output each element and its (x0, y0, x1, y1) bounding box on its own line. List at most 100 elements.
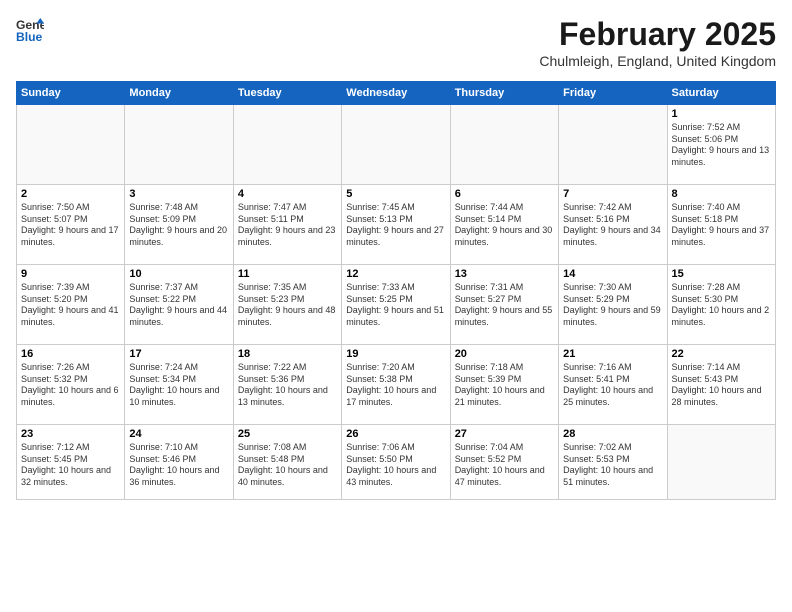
day-cell: 9 Sunrise: 7:39 AM Sunset: 5:20 PM Daylig… (17, 265, 125, 345)
day-number: 8 (672, 188, 771, 200)
day-number: 26 (346, 428, 445, 440)
day-detail: Sunrise: 7:37 AM Sunset: 5:22 PM Dayligh… (129, 282, 228, 329)
day-cell (450, 105, 558, 185)
day-number: 17 (129, 348, 228, 360)
day-cell: 19 Sunrise: 7:20 AM Sunset: 5:38 PM Dayli… (342, 345, 450, 425)
day-cell: 23Sunrise: 7:12 AM Sunset: 5:45 PM Dayli… (17, 425, 125, 500)
day-detail: Sunrise: 7:16 AM Sunset: 5:41 PM Dayligh… (563, 362, 662, 409)
day-cell: 25 Sunrise: 7:08 AM Sunset: 5:48 PM Dayli… (233, 425, 341, 500)
day-cell (667, 425, 775, 500)
col-monday: Monday (125, 82, 233, 105)
day-detail: Sunrise: 7:24 AM Sunset: 5:34 PM Dayligh… (129, 362, 228, 409)
day-number: 11 (238, 268, 337, 280)
day-number: 28 (563, 428, 662, 440)
day-number: 20 (455, 348, 554, 360)
day-detail: Sunrise: 7:18 AM Sunset: 5:39 PM Dayligh… (455, 362, 554, 409)
day-cell: 14 Sunrise: 7:30 AM Sunset: 5:29 PM Dayli… (559, 265, 667, 345)
day-cell: 7 Sunrise: 7:42 AM Sunset: 5:16 PM Daylig… (559, 185, 667, 265)
day-detail: Sunrise: 7:26 AM Sunset: 5:32 PM Dayligh… (21, 362, 120, 409)
day-cell: 4 Sunrise: 7:47 AM Sunset: 5:11 PM Daylig… (233, 185, 341, 265)
week-row-3: 16 Sunrise: 7:26 AM Sunset: 5:32 PM Dayli… (17, 345, 776, 425)
day-number: 27 (455, 428, 554, 440)
day-detail: Sunrise: 7:44 AM Sunset: 5:14 PM Dayligh… (455, 202, 554, 249)
week-row-4: 23Sunrise: 7:12 AM Sunset: 5:45 PM Dayli… (17, 425, 776, 500)
col-saturday: Saturday (667, 82, 775, 105)
logo: General Blue (16, 16, 44, 44)
day-cell: 15 Sunrise: 7:28 AM Sunset: 5:30 PM Dayli… (667, 265, 775, 345)
day-number: 9 (21, 268, 120, 280)
day-detail: Sunrise: 7:02 AM Sunset: 5:53 PM Dayligh… (563, 442, 662, 489)
day-number: 19 (346, 348, 445, 360)
day-detail: Sunrise: 7:22 AM Sunset: 5:36 PM Dayligh… (238, 362, 337, 409)
day-detail: Sunrise: 7:50 AM Sunset: 5:07 PM Dayligh… (21, 202, 120, 249)
day-cell: 16 Sunrise: 7:26 AM Sunset: 5:32 PM Dayli… (17, 345, 125, 425)
day-number: 12 (346, 268, 445, 280)
day-detail: Sunrise: 7:04 AM Sunset: 5:52 PM Dayligh… (455, 442, 554, 489)
day-detail: Sunrise: 7:08 AM Sunset: 5:48 PM Dayligh… (238, 442, 337, 489)
day-cell: 24Sunrise: 7:10 AM Sunset: 5:46 PM Dayli… (125, 425, 233, 500)
day-number: 23 (21, 428, 120, 440)
day-number: 4 (238, 188, 337, 200)
day-number: 25 (238, 428, 337, 440)
col-thursday: Thursday (450, 82, 558, 105)
day-cell: 21 Sunrise: 7:16 AM Sunset: 5:41 PM Dayli… (559, 345, 667, 425)
day-number: 5 (346, 188, 445, 200)
day-number: 21 (563, 348, 662, 360)
title-block: February 2025 Chulmleigh, England, Unite… (539, 16, 776, 69)
day-detail: Sunrise: 7:20 AM Sunset: 5:38 PM Dayligh… (346, 362, 445, 409)
day-detail: Sunrise: 7:14 AM Sunset: 5:43 PM Dayligh… (672, 362, 771, 409)
day-number: 3 (129, 188, 228, 200)
day-cell: 13 Sunrise: 7:31 AM Sunset: 5:27 PM Dayli… (450, 265, 558, 345)
day-cell: 28 Sunrise: 7:02 AM Sunset: 5:53 PM Dayli… (559, 425, 667, 500)
day-cell: 2 Sunrise: 7:50 AM Sunset: 5:07 PM Daylig… (17, 185, 125, 265)
day-detail: Sunrise: 7:47 AM Sunset: 5:11 PM Dayligh… (238, 202, 337, 249)
day-number: 14 (563, 268, 662, 280)
day-cell (559, 105, 667, 185)
day-number: 13 (455, 268, 554, 280)
day-number: 16 (21, 348, 120, 360)
day-cell: 1 Sunrise: 7:52 AM Sunset: 5:06 PM Daylig… (667, 105, 775, 185)
day-cell: 8 Sunrise: 7:40 AM Sunset: 5:18 PM Daylig… (667, 185, 775, 265)
day-detail: Sunrise: 7:40 AM Sunset: 5:18 PM Dayligh… (672, 202, 771, 249)
day-cell (342, 105, 450, 185)
day-cell: 11 Sunrise: 7:35 AM Sunset: 5:23 PM Dayli… (233, 265, 341, 345)
day-number: 15 (672, 268, 771, 280)
day-number: 2 (21, 188, 120, 200)
day-cell: 26Sunrise: 7:06 AM Sunset: 5:50 PM Dayli… (342, 425, 450, 500)
location: Chulmleigh, England, United Kingdom (539, 53, 776, 69)
day-cell (125, 105, 233, 185)
week-row-0: 1 Sunrise: 7:52 AM Sunset: 5:06 PM Daylig… (17, 105, 776, 185)
day-cell: 17 Sunrise: 7:24 AM Sunset: 5:34 PM Dayli… (125, 345, 233, 425)
col-wednesday: Wednesday (342, 82, 450, 105)
day-detail: Sunrise: 7:45 AM Sunset: 5:13 PM Dayligh… (346, 202, 445, 249)
day-cell: 27 Sunrise: 7:04 AM Sunset: 5:52 PM Dayli… (450, 425, 558, 500)
logo-icon: General Blue (16, 16, 44, 44)
day-number: 18 (238, 348, 337, 360)
day-number: 6 (455, 188, 554, 200)
day-detail: Sunrise: 7:48 AM Sunset: 5:09 PM Dayligh… (129, 202, 228, 249)
day-detail: Sunrise: 7:31 AM Sunset: 5:27 PM Dayligh… (455, 282, 554, 329)
day-detail: Sunrise: 7:52 AM Sunset: 5:06 PM Dayligh… (672, 122, 771, 169)
day-detail: Sunrise: 7:39 AM Sunset: 5:20 PM Dayligh… (21, 282, 120, 329)
week-row-1: 2 Sunrise: 7:50 AM Sunset: 5:07 PM Daylig… (17, 185, 776, 265)
day-cell: 20 Sunrise: 7:18 AM Sunset: 5:39 PM Dayli… (450, 345, 558, 425)
month-title: February 2025 (539, 16, 776, 53)
col-tuesday: Tuesday (233, 82, 341, 105)
calendar-header-row: Sunday Monday Tuesday Wednesday Thursday… (17, 82, 776, 105)
day-number: 7 (563, 188, 662, 200)
day-cell: 12Sunrise: 7:33 AM Sunset: 5:25 PM Dayli… (342, 265, 450, 345)
day-cell (17, 105, 125, 185)
day-number: 24 (129, 428, 228, 440)
day-detail: Sunrise: 7:35 AM Sunset: 5:23 PM Dayligh… (238, 282, 337, 329)
day-cell: 18 Sunrise: 7:22 AM Sunset: 5:36 PM Dayli… (233, 345, 341, 425)
week-row-2: 9 Sunrise: 7:39 AM Sunset: 5:20 PM Daylig… (17, 265, 776, 345)
calendar-table: Sunday Monday Tuesday Wednesday Thursday… (16, 81, 776, 500)
day-detail: Sunrise: 7:42 AM Sunset: 5:16 PM Dayligh… (563, 202, 662, 249)
day-detail: Sunrise: 7:30 AM Sunset: 5:29 PM Dayligh… (563, 282, 662, 329)
day-number: 10 (129, 268, 228, 280)
day-detail: Sunrise: 7:28 AM Sunset: 5:30 PM Dayligh… (672, 282, 771, 329)
day-cell: 3 Sunrise: 7:48 AM Sunset: 5:09 PM Daylig… (125, 185, 233, 265)
day-number: 1 (672, 108, 771, 120)
col-sunday: Sunday (17, 82, 125, 105)
day-cell: 10 Sunrise: 7:37 AM Sunset: 5:22 PM Dayli… (125, 265, 233, 345)
